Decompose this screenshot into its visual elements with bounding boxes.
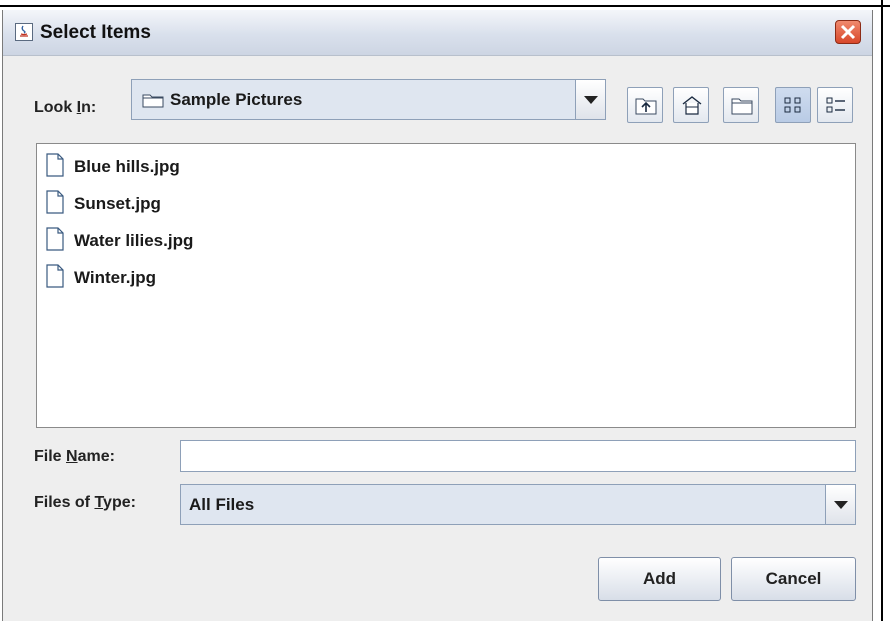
files-of-type-dropdown-button[interactable]: [825, 485, 855, 524]
file-name: Sunset.jpg: [74, 194, 161, 213]
details-view-icon: [826, 97, 845, 113]
details-view-button[interactable]: [817, 87, 853, 123]
files-of-type-combobox[interactable]: All Files: [180, 484, 856, 525]
file-chooser-dialog: Select Items Look In: Sample Pictures Bl…: [2, 10, 873, 621]
file-name-input[interactable]: [180, 440, 856, 472]
file-name: Water lilies.jpg: [74, 231, 194, 250]
file-icon: [46, 190, 64, 214]
files-of-type-label: Files of Type:: [34, 494, 136, 511]
home-button[interactable]: [673, 87, 709, 123]
chevron-down-icon: [584, 96, 598, 104]
file-name-label: File Name:: [34, 448, 115, 465]
title-bar[interactable]: Select Items: [3, 10, 872, 56]
list-view-button[interactable]: [775, 87, 811, 123]
up-one-level-button[interactable]: [627, 87, 663, 123]
file-icon: [46, 153, 64, 177]
up-one-level-icon: [635, 98, 657, 115]
close-button[interactable]: [835, 20, 861, 44]
screen-top-border: [0, 0, 890, 7]
home-icon: [682, 96, 702, 115]
file-list[interactable]: Blue hills.jpg Sunset.jpg Water lilies.j…: [36, 143, 856, 428]
window-title: Select Items: [40, 22, 151, 43]
look-in-value: Sample Pictures: [170, 90, 303, 109]
screen-right-border: [881, 0, 883, 621]
file-icon: [46, 227, 64, 251]
look-in-combobox[interactable]: Sample Pictures: [131, 79, 606, 120]
add-button[interactable]: Add: [598, 557, 721, 601]
close-icon: [840, 24, 856, 40]
list-view-icon: [784, 97, 801, 113]
look-in-label: Look In:: [34, 99, 97, 116]
new-folder-icon: [731, 98, 753, 115]
file-name: Winter.jpg: [74, 268, 157, 287]
file-name: Blue hills.jpg: [74, 157, 180, 176]
new-folder-button[interactable]: [723, 87, 759, 123]
file-icon: [46, 264, 64, 288]
folder-icon: [142, 94, 164, 108]
java-app-icon: [15, 23, 33, 41]
chevron-down-icon: [834, 501, 848, 509]
look-in-dropdown-button[interactable]: [575, 80, 605, 119]
cancel-button[interactable]: Cancel: [731, 557, 856, 601]
files-of-type-value: All Files: [189, 495, 255, 514]
